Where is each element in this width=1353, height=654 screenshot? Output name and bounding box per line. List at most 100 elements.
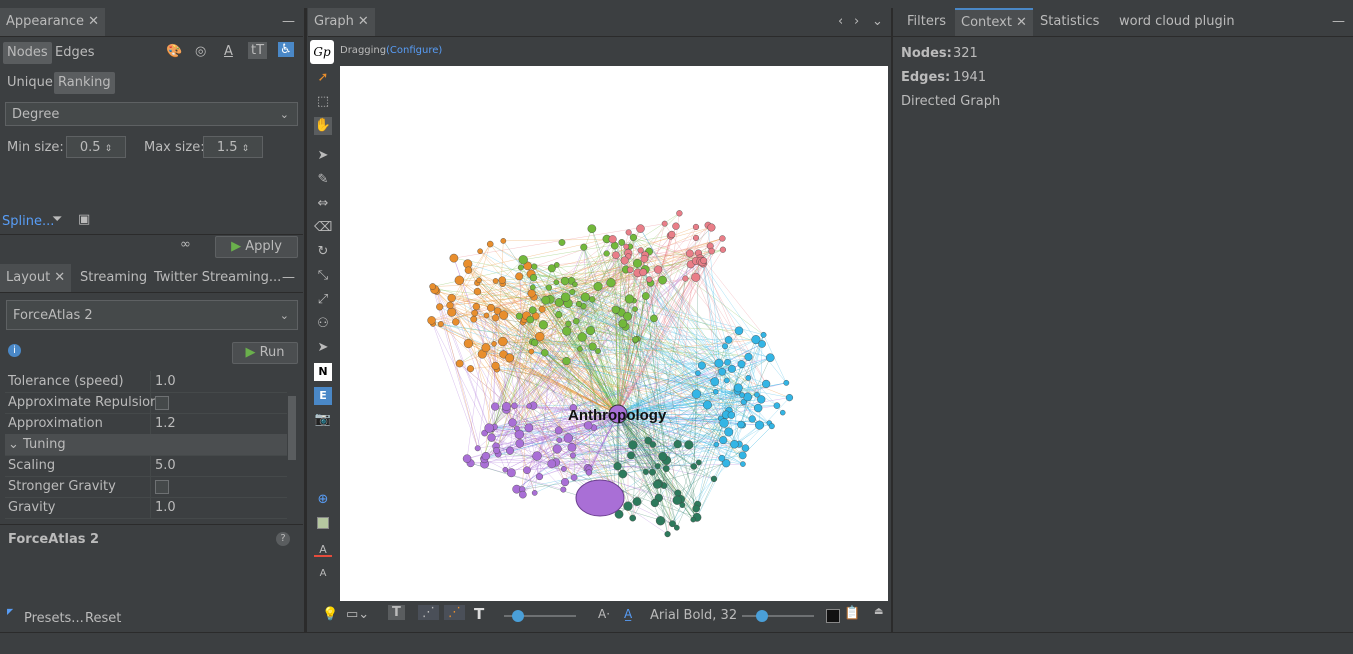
graph-node[interactable] (718, 454, 726, 462)
graph-node[interactable] (603, 250, 610, 257)
tab-word-cloud-plugin[interactable]: word cloud plugin (1113, 8, 1241, 36)
graph-node[interactable] (606, 278, 616, 288)
collapse-up-icon[interactable]: ⏏ (874, 606, 883, 617)
drag-hand-icon[interactable]: ✋ (314, 117, 332, 135)
configure-link[interactable]: (Configure) (386, 45, 442, 56)
graph-node[interactable] (738, 451, 747, 460)
graph-node[interactable] (744, 352, 753, 361)
graph-node[interactable] (710, 377, 720, 387)
graph-node[interactable] (760, 331, 767, 338)
graph-node[interactable] (570, 452, 576, 459)
graph-node[interactable] (586, 326, 595, 336)
graph-node[interactable] (447, 307, 457, 317)
graph-node[interactable] (472, 302, 480, 311)
graph-node[interactable] (508, 418, 517, 427)
tab-graph[interactable]: Graph ✕ (308, 8, 375, 36)
graph-node[interactable] (668, 230, 676, 239)
graph-node[interactable] (654, 265, 663, 274)
graph-node[interactable] (739, 392, 745, 398)
graph-node[interactable] (646, 276, 653, 283)
graph-node[interactable] (664, 531, 671, 538)
graph-node[interactable] (505, 353, 515, 363)
graph-node[interactable] (640, 254, 649, 263)
stepper-arrows-icon[interactable]: ⇕ (105, 144, 113, 154)
graph-node[interactable] (515, 272, 524, 281)
graph-node[interactable] (492, 314, 500, 322)
graph-node[interactable] (474, 445, 481, 452)
graph-node[interactable] (593, 281, 603, 291)
graph-node[interactable] (697, 361, 706, 370)
n-plugin-icon[interactable]: N (314, 363, 332, 381)
graph-node[interactable] (502, 402, 511, 411)
graph-node[interactable] (545, 284, 552, 291)
graph-node[interactable] (780, 409, 786, 416)
graph-node[interactable] (690, 516, 696, 523)
ranking-attribute-select[interactable]: Degree ⌄ (5, 102, 298, 126)
graph-node[interactable] (531, 490, 538, 496)
graph-node[interactable] (531, 339, 539, 347)
graph-node[interactable] (627, 451, 635, 460)
graph-node[interactable] (695, 370, 701, 376)
reset-button[interactable]: Reset (85, 611, 121, 626)
graph-node[interactable] (685, 249, 694, 258)
graph-node[interactable] (755, 420, 765, 430)
graph-node[interactable] (710, 475, 718, 483)
graph-node[interactable] (724, 336, 733, 344)
graph-node[interactable] (580, 243, 588, 251)
graph-node[interactable] (506, 446, 514, 455)
tab-streaming[interactable]: Streaming (74, 264, 153, 292)
graph-node[interactable] (719, 235, 726, 242)
graph-node[interactable] (629, 233, 638, 242)
graph-node[interactable] (611, 305, 620, 314)
infinity-icon[interactable]: ∞ (180, 237, 191, 252)
graph-node[interactable] (462, 454, 472, 463)
graph-node[interactable] (577, 346, 583, 352)
dense-node-cluster[interactable] (575, 479, 625, 517)
font-size-icon[interactable]: A (314, 565, 332, 583)
shortest-path-icon[interactable]: ⇔ (314, 195, 332, 213)
clipboard-icon[interactable]: 📋 (844, 606, 860, 621)
graph-node[interactable] (652, 480, 662, 489)
minimize-icon[interactable]: — (282, 14, 295, 29)
graph-node[interactable] (585, 469, 593, 476)
graph-node[interactable] (532, 451, 542, 461)
graph-node[interactable] (658, 451, 668, 461)
font-size-slider[interactable] (742, 610, 814, 622)
graph-node[interactable] (477, 248, 483, 255)
graph-node[interactable] (498, 336, 508, 347)
graph-node[interactable] (719, 246, 726, 253)
graph-node[interactable] (618, 239, 626, 246)
graph-node[interactable] (527, 289, 536, 298)
graph-node[interactable] (447, 293, 456, 303)
graph-node[interactable] (719, 436, 728, 445)
chevron-right-icon[interactable]: › (854, 14, 859, 29)
graph-node[interactable] (727, 411, 735, 419)
graph-node[interactable] (713, 441, 720, 448)
graph-node[interactable] (560, 292, 571, 302)
group-icon[interactable]: ⚇ (314, 315, 332, 333)
graph-node[interactable] (661, 220, 668, 227)
graph-node[interactable] (654, 463, 661, 470)
graph-node[interactable] (620, 256, 629, 265)
graph-node[interactable] (471, 309, 479, 317)
graph-node[interactable] (492, 278, 499, 284)
property-value[interactable]: 1.0 (150, 497, 292, 518)
tab-twitter-streaming[interactable]: Twitter Streaming... (148, 264, 287, 292)
apply-button[interactable]: ▶ Apply (215, 236, 298, 258)
property-value[interactable]: 5.0 (150, 455, 292, 476)
approximate-repulsion-checkbox[interactable] (155, 396, 169, 410)
e-plugin-icon[interactable]: E (314, 387, 332, 405)
graph-node[interactable] (464, 266, 473, 274)
graph-node[interactable] (612, 251, 620, 259)
graph-node[interactable] (733, 383, 743, 393)
tab-filters[interactable]: Filters (901, 8, 952, 36)
graph-node[interactable] (560, 486, 567, 493)
min-size-stepper[interactable]: 0.5 ⇕ (66, 136, 126, 158)
graph-canvas[interactable]: Anthropology (340, 66, 888, 601)
graph-node[interactable] (672, 222, 680, 230)
graph-node[interactable] (745, 375, 752, 381)
graph-node[interactable] (624, 294, 635, 304)
graph-node[interactable] (529, 274, 538, 282)
zoom-icon[interactable]: ⊕ (314, 491, 332, 509)
graph-node[interactable] (463, 338, 473, 349)
